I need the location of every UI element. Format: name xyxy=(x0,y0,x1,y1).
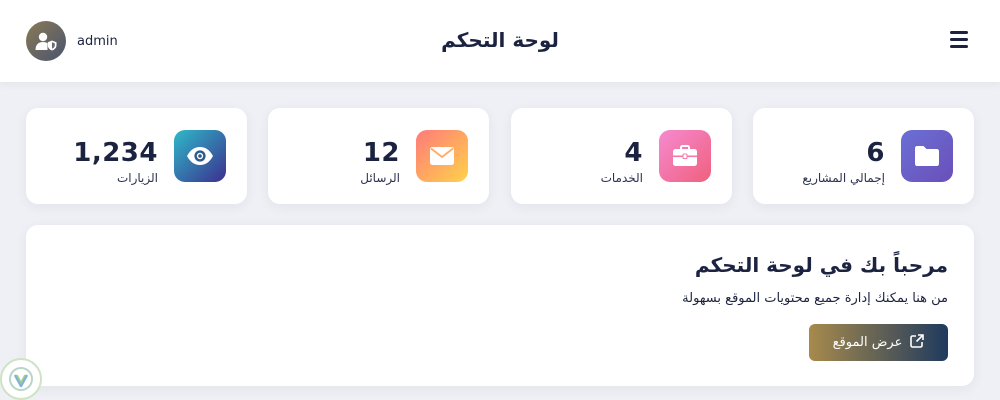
welcome-text: من هنا يمكنك إدارة جميع محتويات الموقع ب… xyxy=(682,291,948,306)
stat-label-messages: الرسائل xyxy=(360,171,400,185)
welcome-heading: مرحباً بك في لوحة التحكم xyxy=(694,253,948,277)
eye-icon xyxy=(174,130,226,182)
stat-label-services: الخدمات xyxy=(600,171,643,185)
stat-value-visits: 1,234 xyxy=(73,138,158,168)
shield-logo-icon[interactable] xyxy=(0,358,42,400)
top-bar: لوحة التحكم admin xyxy=(0,0,1000,82)
stat-value-messages: 12 xyxy=(362,138,400,168)
welcome-panel: مرحباً بك في لوحة التحكم من هنا يمكنك إد… xyxy=(26,225,974,386)
stat-value-projects: 6 xyxy=(866,138,885,168)
stat-card-services: 4 الخدمات xyxy=(511,108,732,204)
envelope-icon xyxy=(416,130,468,182)
user-menu[interactable]: admin xyxy=(26,21,118,61)
stat-label-projects: إجمالي المشاريع xyxy=(802,171,885,185)
stat-card-projects: 6 إجمالي المشاريع xyxy=(753,108,974,204)
view-site-button[interactable]: عرض الموقع xyxy=(809,324,948,361)
page-title: لوحة التحكم xyxy=(441,28,559,52)
stat-card-messages: 12 الرسائل xyxy=(268,108,489,204)
briefcase-icon xyxy=(659,130,711,182)
external-link-icon xyxy=(910,333,925,352)
folder-icon xyxy=(901,130,953,182)
stat-value-services: 4 xyxy=(624,138,643,168)
view-site-label: عرض الموقع xyxy=(832,335,903,350)
username: admin xyxy=(77,33,118,49)
stat-label-visits: الزيارات xyxy=(116,171,158,185)
stat-card-visits: 1,234 الزيارات xyxy=(26,108,247,204)
user-shield-icon xyxy=(26,21,66,61)
